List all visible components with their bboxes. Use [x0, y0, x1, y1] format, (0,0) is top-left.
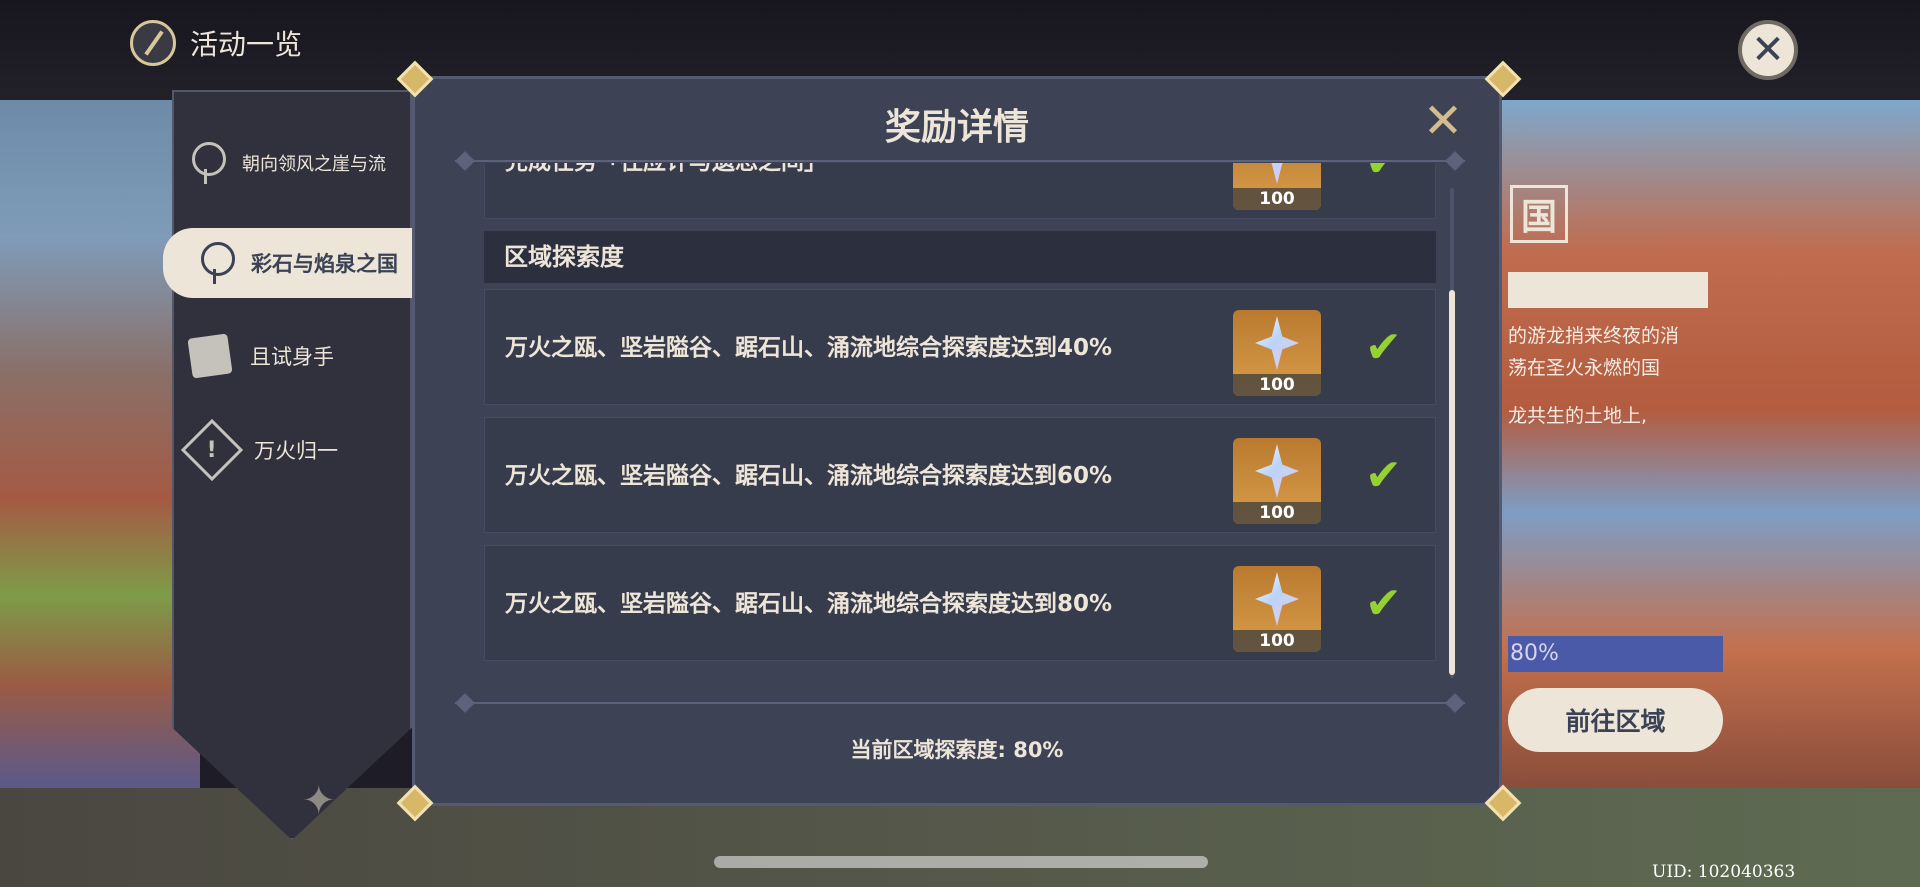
- map-pin-icon: [190, 142, 226, 184]
- region-desc-line: 荡在圣火永燃的国: [1508, 357, 1661, 379]
- reward-count: 100: [1233, 188, 1321, 210]
- compass-icon: [130, 20, 176, 66]
- sidebar-item-wind-cliff[interactable]: 朝向领风之崖与流: [190, 142, 386, 184]
- task-text: 万火之瓯、坚岩隘谷、踞石山、涌流地综合探索度达到60%: [505, 463, 1113, 489]
- modal-close-button[interactable]: ✕: [1420, 97, 1466, 145]
- scrollbar-thumb[interactable]: [1449, 290, 1455, 675]
- top-close-button[interactable]: ✕: [1738, 20, 1798, 80]
- map-pin-icon: [199, 242, 235, 284]
- task-text: 完成任务「往应许与遗忘之间」: [505, 163, 827, 220]
- reward-count: 100: [1233, 630, 1321, 652]
- current-exploration-text: 当前区域探索度: 80%: [850, 738, 1064, 762]
- cards-icon: [187, 333, 233, 379]
- primogem-reward[interactable]: 100: [1233, 310, 1321, 396]
- close-icon: ✕: [1751, 27, 1785, 73]
- primogem-reward[interactable]: 100: [1233, 566, 1321, 652]
- section-header: 区域探索度: [484, 231, 1436, 283]
- sidebar-item-label: 且试身手: [250, 345, 334, 369]
- task-row: 完成任务「往应许与遗忘之间」 100 ✔: [484, 163, 1436, 219]
- region-desc-line: 龙共生的土地上,: [1508, 405, 1648, 427]
- divider: [455, 702, 1465, 704]
- home-indicator[interactable]: [714, 856, 1208, 868]
- region-desc-line: 的游龙捎来终夜的消: [1508, 325, 1680, 347]
- task-row: 万火之瓯、坚岩隘谷、踞石山、涌流地综合探索度达到60% 100 ✔: [484, 417, 1436, 533]
- checkmark-icon: ✔: [1365, 163, 1413, 186]
- primogem-icon: [1255, 163, 1299, 184]
- primogem-icon: [1255, 444, 1299, 498]
- star-ornament-icon: ✦: [302, 778, 336, 824]
- task-row: 万火之瓯、坚岩隘谷、踞石山、涌流地综合探索度达到80% 100 ✔: [484, 545, 1436, 661]
- primogem-icon: [1255, 572, 1299, 626]
- sidebar-item-label: 朝向领风之崖与流: [242, 154, 386, 175]
- primogem-reward[interactable]: 100: [1233, 163, 1321, 210]
- warning-icon: !: [180, 418, 244, 482]
- checkmark-icon: ✔: [1365, 450, 1402, 501]
- checkmark-icon: ✔: [1365, 578, 1402, 629]
- reward-count: 100: [1233, 502, 1321, 524]
- page-title: 活动一览: [190, 28, 303, 61]
- close-icon: ✕: [1422, 93, 1464, 149]
- sidebar-item-label: 彩石与焰泉之国: [251, 252, 398, 276]
- reward-count: 100: [1233, 374, 1321, 396]
- task-list[interactable]: 完成任务「往应许与遗忘之间」 100 ✔ 区域探索度 万火之瓯、坚岩隘谷、踞石山…: [484, 163, 1436, 690]
- activity-header: 活动一览: [130, 20, 302, 66]
- task-text: 万火之瓯、坚岩隘谷、踞石山、涌流地综合探索度达到40%: [505, 335, 1113, 361]
- task-row: 万火之瓯、坚岩隘谷、踞石山、涌流地综合探索度达到40% 100 ✔: [484, 289, 1436, 405]
- modal-title: 奖励详情: [884, 107, 1029, 148]
- checkmark-icon: ✔: [1365, 322, 1402, 373]
- sidebar-item-challenge[interactable]: 且试身手: [187, 333, 334, 379]
- primogem-icon: [1255, 316, 1299, 370]
- task-text: 万火之瓯、坚岩隘谷、踞石山、涌流地综合探索度达到80%: [505, 591, 1113, 617]
- divider: [455, 160, 1465, 162]
- region-subtitle-bar: [1508, 272, 1708, 308]
- region-progress-bar: 80%: [1508, 636, 1723, 672]
- uid-label: UID: 102040363: [1652, 862, 1796, 882]
- sidebar-item-natlan[interactable]: 彩石与焰泉之国: [163, 228, 423, 298]
- go-to-region-button[interactable]: 前往区域: [1508, 688, 1723, 752]
- region-description: 的游龙捎来终夜的消 荡在圣火永燃的国 龙共生的土地上,: [1508, 320, 1738, 448]
- region-title-char: 国: [1510, 185, 1568, 243]
- sidebar-item-label: 万火归一: [254, 439, 338, 463]
- sidebar-item-fires[interactable]: ! 万火归一: [180, 418, 338, 482]
- primogem-reward[interactable]: 100: [1233, 438, 1321, 524]
- background-scenery-left: [0, 100, 200, 788]
